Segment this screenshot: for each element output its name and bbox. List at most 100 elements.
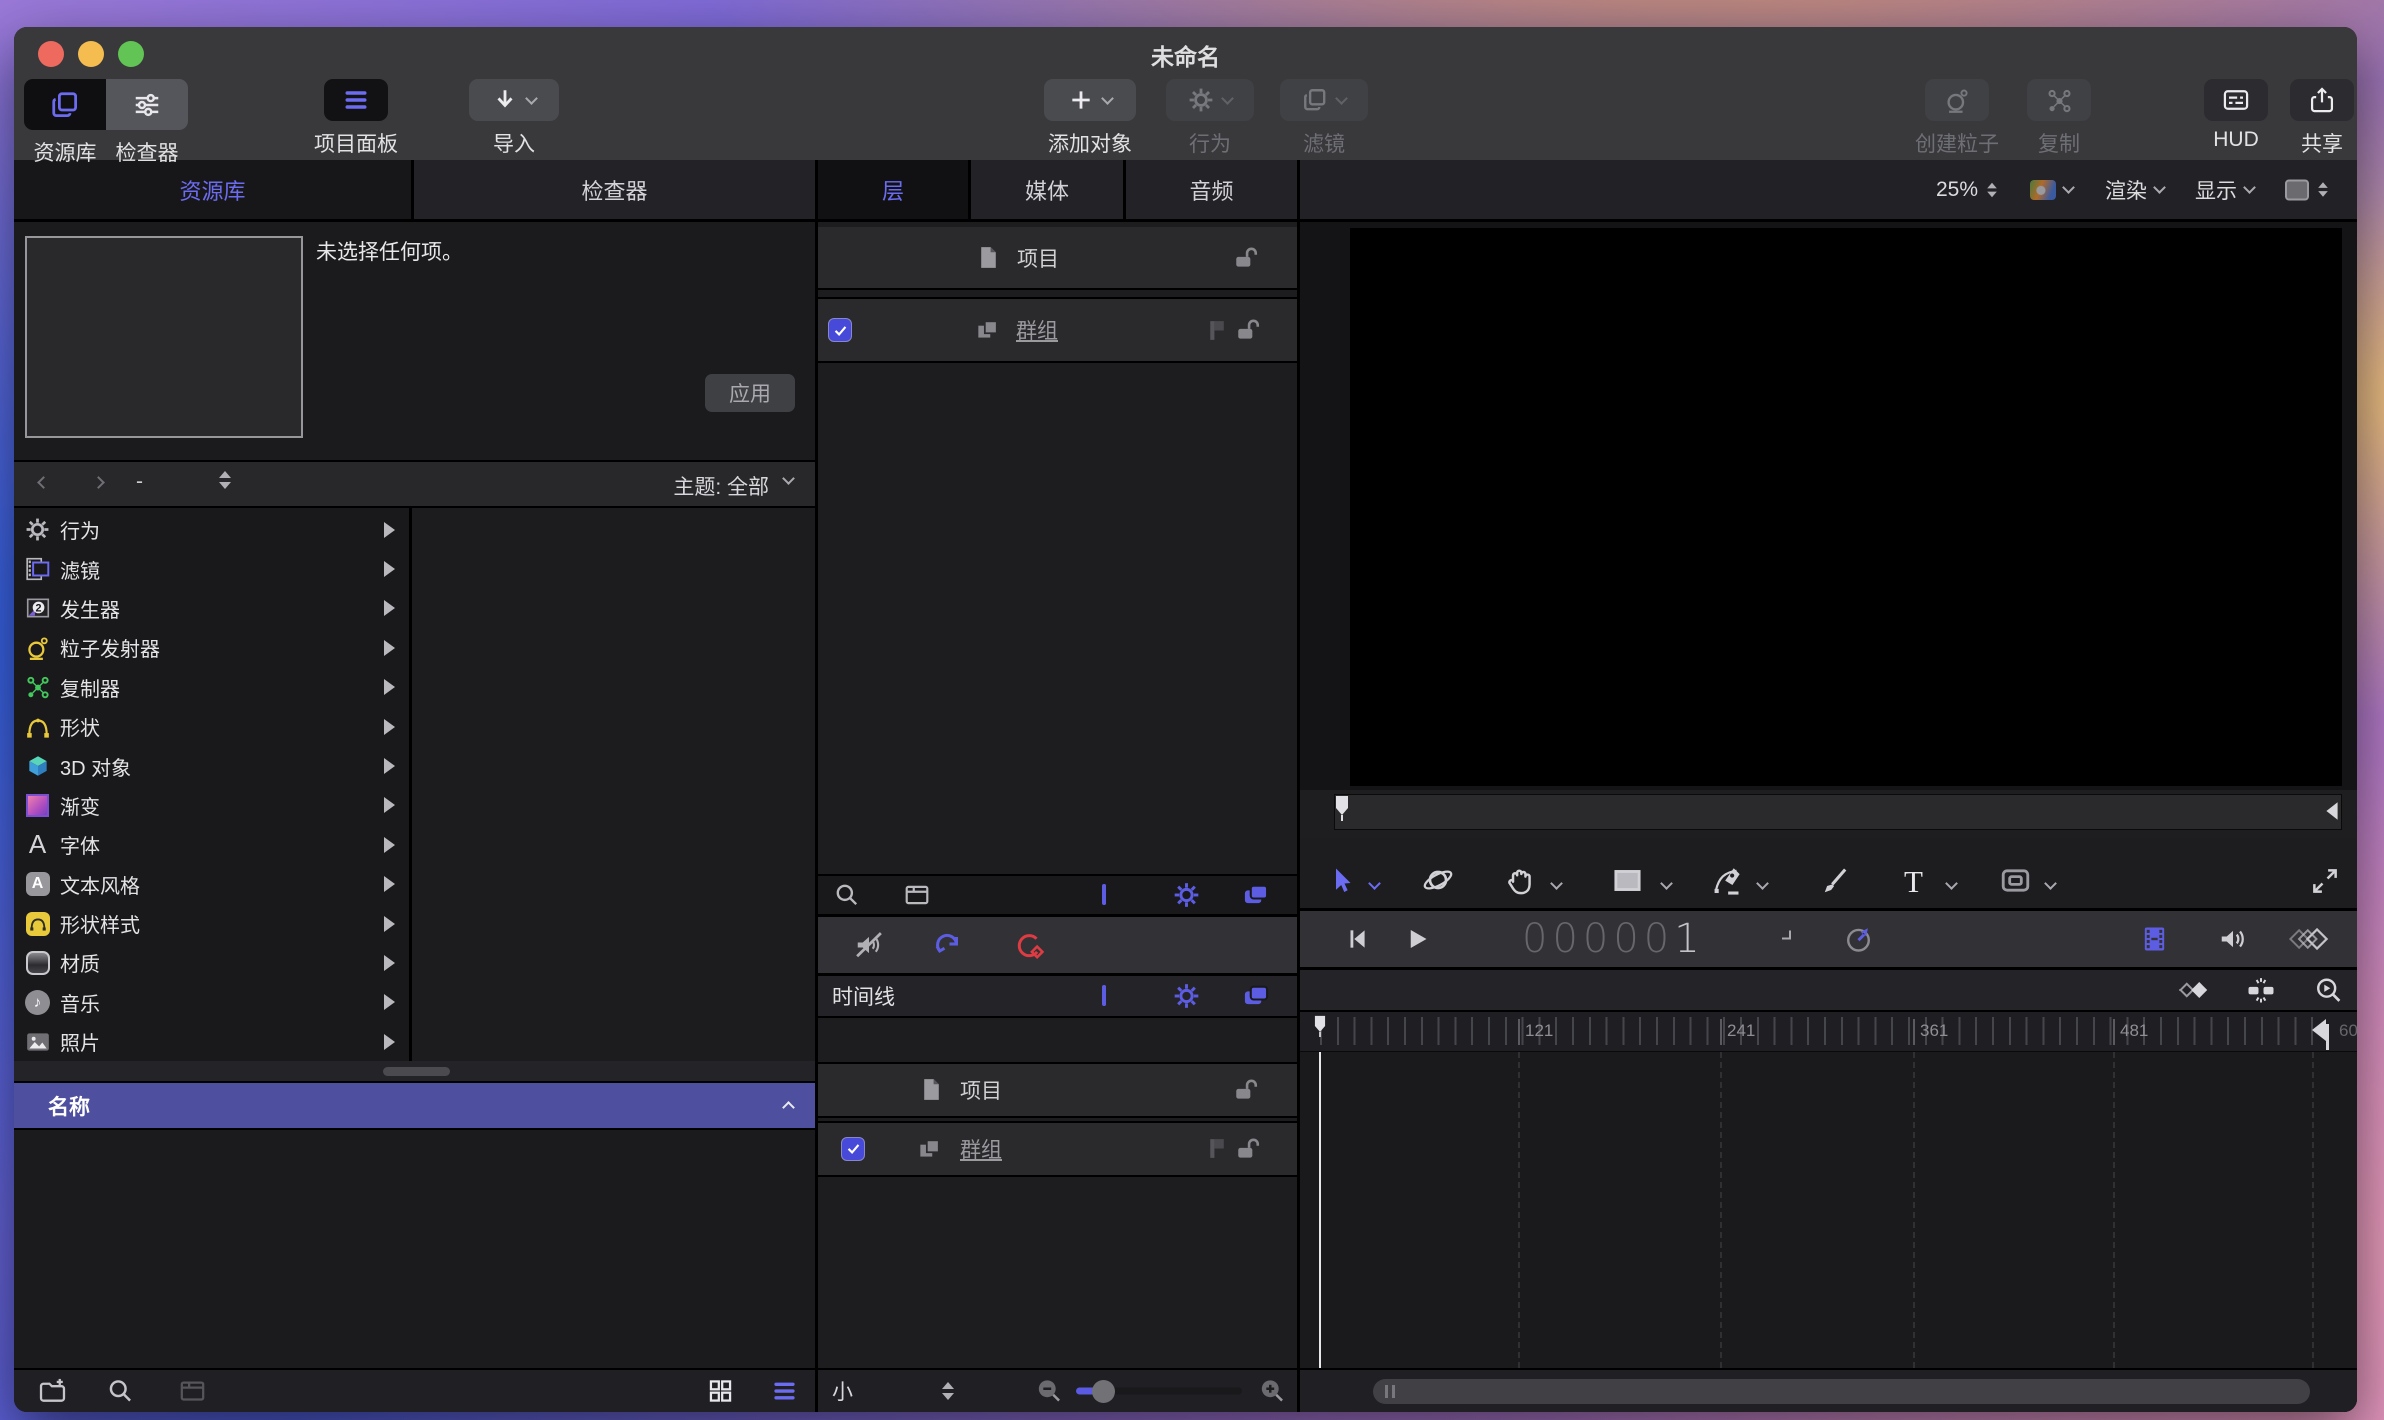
lock-open-icon[interactable] <box>1233 1077 1259 1103</box>
fullscreen-icon[interactable] <box>2310 866 2340 896</box>
category-text-styles[interactable]: 文本风格 <box>14 865 409 904</box>
list-view-button[interactable] <box>771 1378 798 1405</box>
category-replicators[interactable]: 复制器 <box>14 668 409 707</box>
rectangle-tool-button[interactable] <box>1612 865 1643 896</box>
category-filters[interactable]: 滤镜 <box>14 549 409 588</box>
select-tool-button[interactable] <box>1326 866 1356 896</box>
category-generators[interactable]: 2发生器 <box>14 589 409 628</box>
group-checkbox[interactable] <box>841 1137 865 1161</box>
transparency-checker-icon[interactable] <box>1102 886 1106 904</box>
category-fonts[interactable]: 字体 <box>14 825 409 864</box>
category-music[interactable]: 音乐 <box>14 983 409 1022</box>
timeline-tracks-area[interactable] <box>1300 1052 2357 1368</box>
layers-icon[interactable] <box>1242 982 1270 1010</box>
go-to-start-button[interactable] <box>1344 926 1370 952</box>
chevron-down-icon[interactable] <box>1756 877 1769 890</box>
category-shape-styles[interactable]: 形状样式 <box>14 904 409 943</box>
timecode-display[interactable]: 000001 <box>1522 916 1705 962</box>
category-shapes[interactable]: 形状 <box>14 707 409 746</box>
keyframes-icon[interactable] <box>2176 975 2210 1005</box>
tab-audio[interactable]: 音频 <box>1126 160 1297 219</box>
zoom-in-icon[interactable] <box>1259 1378 1286 1405</box>
audio-toggle-icon[interactable] <box>2218 924 2248 954</box>
category-materials[interactable]: 材质 <box>14 943 409 982</box>
play-range-icon[interactable] <box>2140 925 2169 954</box>
apply-button[interactable]: 应用 <box>705 374 795 412</box>
playhead-icon[interactable] <box>1312 1015 1328 1037</box>
bezier-tool-button[interactable] <box>1712 865 1743 896</box>
gear-icon[interactable] <box>1173 881 1200 908</box>
hud-button[interactable] <box>2204 79 2268 121</box>
tab-inspector[interactable]: 检查器 <box>414 160 815 219</box>
zoom-out-icon[interactable] <box>1036 1378 1063 1405</box>
chevron-down-icon[interactable] <box>2044 877 2057 890</box>
forward-icon[interactable] <box>92 476 105 489</box>
loop-icon[interactable] <box>932 930 962 960</box>
lock-open-icon[interactable] <box>1233 245 1259 271</box>
snapping-icon[interactable] <box>2246 975 2276 1005</box>
group-row[interactable]: 群组 <box>818 297 1297 363</box>
library-toggle-button[interactable] <box>24 79 106 130</box>
mute-icon[interactable] <box>854 930 884 960</box>
category-3d-objects[interactable]: 3D 对象 <box>14 746 409 785</box>
icon-view-button[interactable] <box>707 1378 734 1405</box>
category-behaviors[interactable]: 行为 <box>14 510 409 549</box>
view-menu[interactable]: 显示 <box>2195 175 2254 205</box>
record-icon[interactable] <box>1014 930 1044 960</box>
theme-filter-label[interactable]: 主题: 全部 <box>673 471 769 501</box>
preview-toggle-button[interactable] <box>179 1378 206 1405</box>
mini-playhead-icon[interactable] <box>1334 794 1350 822</box>
filters-button[interactable] <box>1280 79 1368 121</box>
project-row[interactable]: 项目 <box>818 227 1297 290</box>
group-checkbox[interactable] <box>828 318 852 342</box>
search-button[interactable] <box>107 1378 134 1405</box>
search-icon[interactable] <box>834 882 860 908</box>
name-column-header[interactable]: 名称 <box>14 1083 815 1130</box>
new-folder-button[interactable] <box>38 1377 67 1406</box>
tab-media[interactable]: 媒体 <box>971 160 1126 219</box>
mini-out-point-icon[interactable] <box>2325 800 2339 827</box>
group-row-label[interactable]: 群组 <box>1016 315 1058 345</box>
mini-timeline-track[interactable] <box>1334 794 2342 830</box>
chevron-down-icon[interactable] <box>1550 877 1563 890</box>
canvas-viewport[interactable] <box>1350 228 2342 786</box>
orbit-tool-button[interactable] <box>1422 864 1454 896</box>
paint-stroke-tool-button[interactable] <box>1820 865 1851 896</box>
timeline-group-row[interactable]: 群组 <box>818 1121 1297 1177</box>
category-photos[interactable]: 照片 <box>14 1022 409 1061</box>
zoom-to-playhead-icon[interactable] <box>2314 976 2343 1005</box>
share-button[interactable] <box>2290 79 2354 121</box>
layout-stepper[interactable] <box>2318 182 2328 196</box>
preview-panel-icon[interactable] <box>904 882 930 908</box>
track-height-select[interactable]: 小 <box>832 1376 853 1406</box>
pan-tool-button[interactable] <box>1504 865 1535 896</box>
chevron-down-icon[interactable] <box>1660 877 1673 890</box>
out-point-marker-icon[interactable] <box>2312 1019 2329 1050</box>
chevron-down-icon[interactable] <box>1368 877 1381 890</box>
project-panel-button[interactable] <box>324 79 388 121</box>
timecode-clock-icon[interactable] <box>1844 925 1873 954</box>
zoom-level-control[interactable]: 25% <box>1936 178 1998 202</box>
slider-knob[interactable] <box>1092 1380 1115 1403</box>
lock-open-icon[interactable] <box>1235 1136 1261 1162</box>
play-button[interactable] <box>1404 926 1431 953</box>
timeline-project-row[interactable]: 项目 <box>818 1062 1297 1118</box>
back-icon[interactable] <box>37 476 50 489</box>
replicate-button[interactable] <box>2027 79 2091 121</box>
render-menu[interactable]: 渲染 <box>2105 175 2164 205</box>
motion-blur-icon[interactable] <box>2288 924 2330 954</box>
timeline-ruler[interactable]: 121 241 361 481 601 <box>1300 1012 2357 1052</box>
make-particles-button[interactable] <box>1925 79 1989 121</box>
layout-control[interactable] <box>2285 179 2329 200</box>
tab-library[interactable]: 资源库 <box>14 160 414 219</box>
tab-layers[interactable]: 层 <box>818 160 971 219</box>
add-object-button[interactable] <box>1044 79 1136 121</box>
lock-open-icon[interactable] <box>1235 317 1261 343</box>
layers-icon[interactable] <box>1242 881 1270 909</box>
mask-tool-button[interactable] <box>2000 865 2031 896</box>
category-particle-emitters[interactable]: 粒子发射器 <box>14 628 409 667</box>
chevron-down-icon[interactable] <box>1782 931 1791 940</box>
path-stepper[interactable] <box>219 471 231 489</box>
behaviors-button[interactable] <box>1166 79 1254 121</box>
channels-control[interactable] <box>2030 180 2073 200</box>
